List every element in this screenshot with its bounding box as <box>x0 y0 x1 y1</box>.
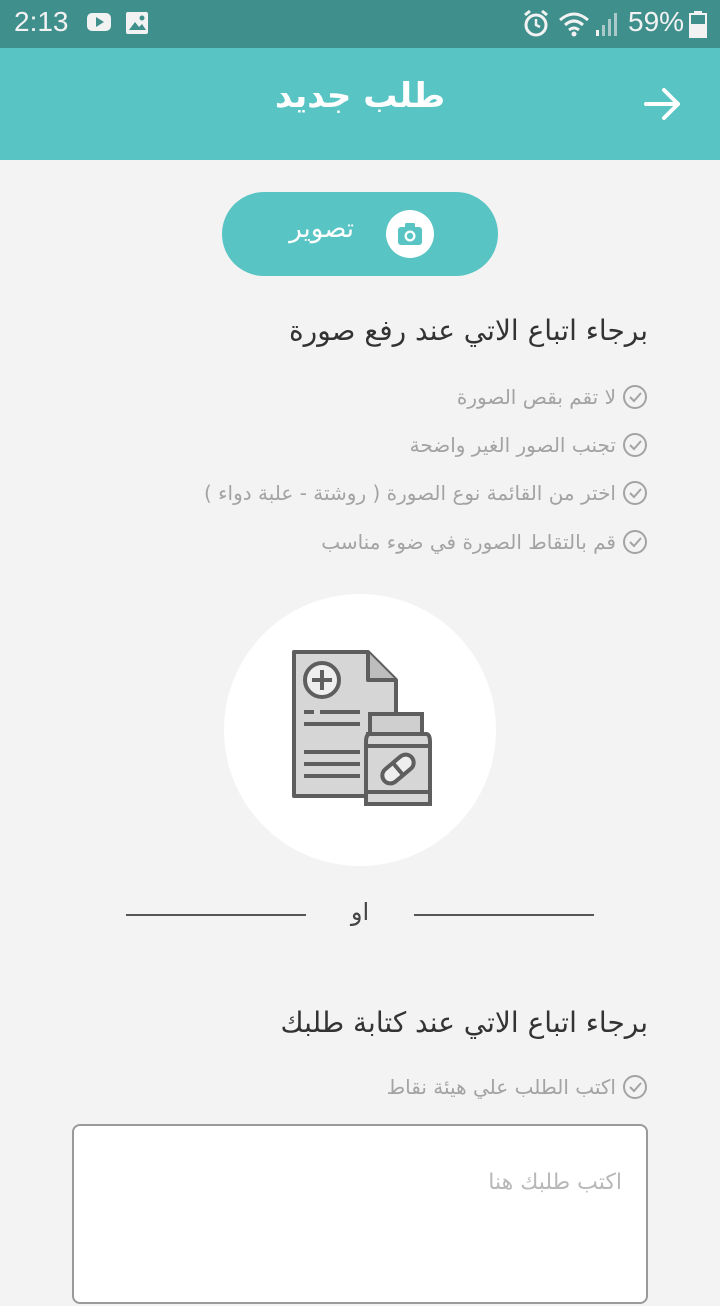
image-rule-text: لا تقم بقص الصورة <box>456 385 616 409</box>
text-rule-item: اكتب الطلب علي هيئة نقاط <box>386 1072 647 1102</box>
image-rule-item: لا تقم بقص الصورة <box>456 382 647 412</box>
capture-photo-button[interactable]: تصوير <box>222 192 498 276</box>
image-icon <box>126 12 148 34</box>
text-rules-heading: برجاء اتباع الاتي عند كتابة طلبك <box>280 1006 648 1039</box>
check-circle-icon <box>623 530 647 554</box>
status-time: 2:13 <box>14 6 69 37</box>
page-title: طلب جديد <box>274 76 446 116</box>
divider-or-label: او <box>350 898 370 926</box>
status-bar: 2:13 59% <box>0 0 720 48</box>
app-bar: طلب جديد <box>0 48 720 160</box>
check-circle-icon <box>623 385 647 409</box>
wifi-icon <box>559 12 589 37</box>
divider-line-right <box>414 914 594 916</box>
text-rule-text: اكتب الطلب علي هيئة نقاط <box>386 1075 616 1099</box>
order-text-input[interactable] <box>74 1126 646 1302</box>
prescription-medicine-icon <box>292 650 432 806</box>
image-rules-heading: برجاء اتباع الاتي عند رفع صورة <box>289 314 648 347</box>
image-rule-item: اختر من القائمة نوع الصورة ( روشتة - علب… <box>203 478 647 508</box>
image-rule-item: قم بالتقاط الصورة في ضوء مناسب <box>321 527 647 557</box>
check-circle-icon <box>623 481 647 505</box>
divider-line-left <box>126 914 306 916</box>
youtube-icon <box>87 13 111 31</box>
order-text-box <box>72 1124 648 1304</box>
signal-icon <box>596 13 617 36</box>
image-rule-text: تجنب الصور الغير واضحة <box>409 433 616 457</box>
image-rule-text: قم بالتقاط الصورة في ضوء مناسب <box>321 530 616 554</box>
alarm-icon <box>524 10 548 37</box>
camera-icon <box>398 223 422 245</box>
image-rule-text: اختر من القائمة نوع الصورة ( روشتة - علب… <box>203 481 616 505</box>
battery-percent: 59% <box>628 6 685 37</box>
upload-illustration[interactable] <box>224 594 496 866</box>
battery-icon <box>689 11 707 38</box>
image-rule-item: تجنب الصور الغير واضحة <box>409 430 647 460</box>
capture-photo-label: تصوير <box>289 214 354 244</box>
camera-icon-circle <box>386 210 434 258</box>
check-circle-icon <box>623 1075 647 1099</box>
arrow-right-icon[interactable] <box>640 84 684 124</box>
check-circle-icon <box>623 433 647 457</box>
